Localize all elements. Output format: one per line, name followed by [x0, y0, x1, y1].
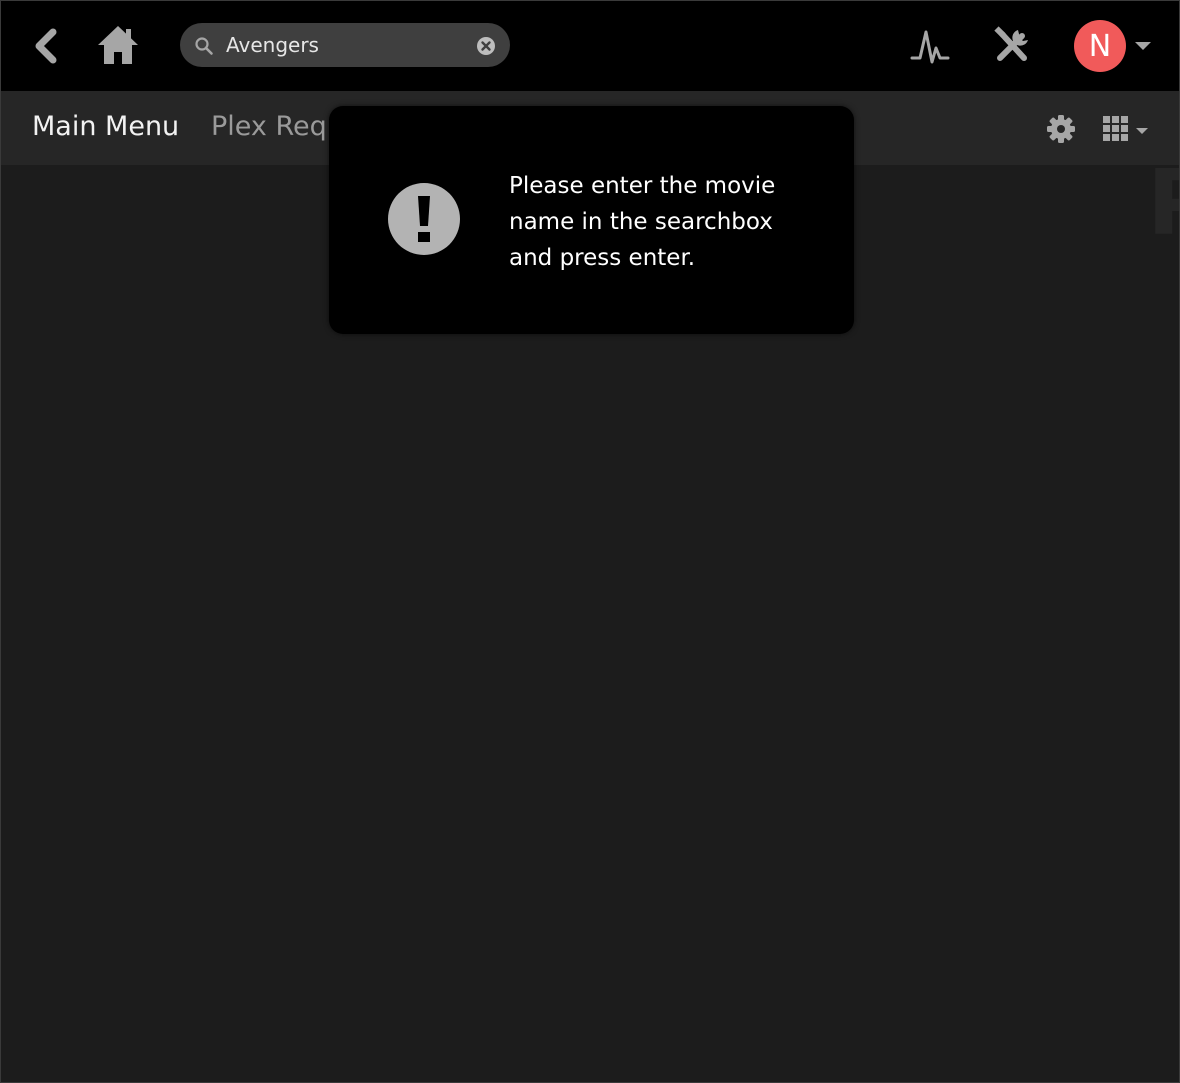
tools-icon — [994, 26, 1028, 61]
home-button[interactable] — [95, 23, 141, 67]
avatar-initial: N — [1088, 28, 1112, 64]
notification-toast: Please enter the movie name in the searc… — [329, 106, 854, 334]
settings-button[interactable] — [1044, 111, 1078, 147]
top-bar: N — [1, 1, 1179, 91]
chevron-left-icon — [35, 28, 57, 64]
nav-plex-requests[interactable]: Plex Requ — [211, 111, 344, 142]
apps-menu-button[interactable] — [1101, 113, 1153, 145]
activity-pulse-icon — [910, 30, 950, 64]
exclamation-circle-icon — [388, 183, 460, 255]
caret-down-icon — [1135, 42, 1151, 50]
grid-icon — [1103, 116, 1148, 141]
search-box[interactable] — [180, 23, 510, 67]
toast-message: Please enter the movie name in the searc… — [509, 173, 776, 271]
user-avatar[interactable]: N — [1074, 20, 1126, 72]
search-input[interactable] — [226, 30, 456, 60]
clear-search-icon[interactable] — [476, 36, 496, 56]
tools-button[interactable] — [989, 23, 1035, 69]
search-icon — [195, 37, 213, 55]
background-letter: P — [1147, 151, 1179, 251]
gear-icon — [1047, 115, 1075, 143]
nav-main-menu[interactable]: Main Menu — [32, 111, 179, 142]
activity-button[interactable] — [907, 23, 953, 69]
back-button[interactable] — [29, 25, 63, 67]
app-window: N Main Menu Plex Requ — [0, 0, 1180, 1083]
user-menu-toggle[interactable] — [1133, 39, 1153, 53]
home-icon — [98, 26, 138, 64]
